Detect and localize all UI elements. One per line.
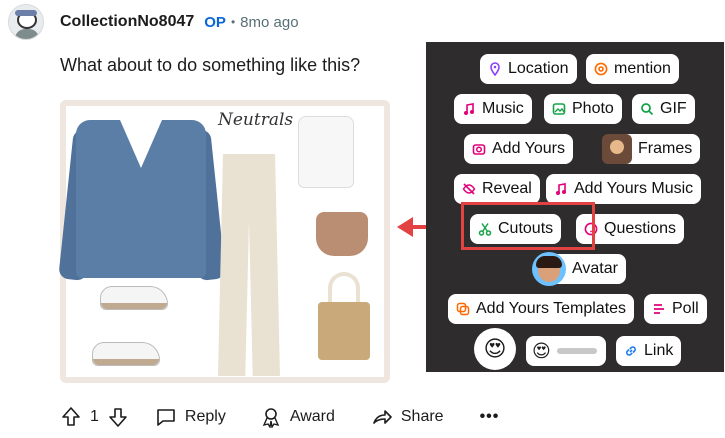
- comment-header: CollectionNo8047 OP • 8mo ago: [8, 4, 299, 40]
- avatar-icon: [532, 252, 566, 286]
- outfit-collage: Neutrals: [58, 106, 384, 377]
- upvote-arrow-icon: [62, 407, 80, 426]
- poll-icon: [652, 302, 666, 316]
- vote-count: 1: [90, 408, 99, 425]
- comment-text: What about to do something like this?: [60, 55, 361, 75]
- award-label: Award: [289, 408, 335, 425]
- sticker-reveal[interactable]: Reveal: [454, 174, 540, 204]
- more-options-button[interactable]: •••: [480, 408, 500, 426]
- sticker-add-yours[interactable]: Add Yours: [464, 134, 573, 164]
- music-note-icon: [462, 102, 476, 116]
- music-note-icon: [554, 182, 568, 196]
- award-icon: [262, 408, 280, 428]
- image-icon: [552, 102, 566, 116]
- upvote-button[interactable]: [60, 406, 82, 428]
- outfit-image[interactable]: Neutrals: [58, 100, 390, 383]
- downvote-button[interactable]: [107, 406, 129, 428]
- annotation-arrow-head: [397, 217, 413, 237]
- sticker-location[interactable]: Location: [480, 54, 577, 84]
- sticker-gif[interactable]: GIF: [632, 94, 695, 124]
- photo-thumbnail-icon: [602, 134, 632, 164]
- at-sign-icon: [594, 62, 608, 76]
- share-icon: [373, 410, 392, 424]
- sticker-label: Photo: [572, 100, 614, 117]
- author-name[interactable]: CollectionNo8047: [60, 13, 194, 31]
- eye-off-icon: [462, 182, 476, 196]
- template-icon: [456, 302, 470, 316]
- sticker-label: Add Yours Music: [574, 180, 694, 197]
- sticker-label: Music: [482, 100, 524, 117]
- sticker-poll[interactable]: Poll: [644, 294, 707, 324]
- sticker-add-yours-music[interactable]: Add Yours Music: [546, 174, 702, 204]
- sticker-label: Frames: [638, 140, 693, 157]
- comment-bubble-icon: [157, 409, 175, 426]
- sticker-label: Link: [644, 342, 674, 359]
- user-avatar[interactable]: [8, 4, 44, 40]
- sticker-photo[interactable]: Photo: [544, 94, 622, 124]
- share-button[interactable]: Share: [371, 406, 444, 428]
- downvote-arrow-icon: [109, 408, 127, 427]
- sticker-label: mention: [614, 60, 671, 77]
- sticker-label: Avatar: [572, 260, 618, 277]
- camera-icon: [472, 142, 486, 156]
- location-pin-icon: [488, 62, 502, 77]
- sneaker: [92, 342, 160, 366]
- linen-pants: [218, 154, 280, 376]
- sticker-avatar[interactable]: Avatar: [532, 252, 626, 286]
- sticker-frames[interactable]: Frames: [602, 134, 701, 164]
- reply-label: Reply: [184, 408, 226, 425]
- sticker-mention[interactable]: mention: [586, 54, 679, 84]
- share-label: Share: [400, 408, 444, 425]
- sticker-music[interactable]: Music: [454, 94, 532, 124]
- sticker-add-yours-templates[interactable]: Add Yours Templates: [448, 294, 635, 324]
- reply-button[interactable]: Reply: [155, 406, 226, 428]
- slider-emoji: 😍: [532, 340, 551, 361]
- sticker-label: Add Yours Templates: [476, 300, 627, 317]
- emoji-reaction-sticker[interactable]: 😍: [474, 328, 516, 370]
- link-icon: [624, 344, 638, 358]
- slider-track: [556, 348, 597, 354]
- search-icon: [640, 102, 654, 116]
- woven-bag: [318, 302, 370, 360]
- sticker-label: Poll: [672, 300, 699, 317]
- op-badge: OP: [204, 13, 226, 31]
- sticker-label: Add Yours: [492, 140, 565, 157]
- emoji-slider-sticker[interactable]: 😍: [526, 336, 606, 366]
- sticker-link[interactable]: Link: [616, 336, 682, 366]
- sticker-label: GIF: [660, 100, 687, 117]
- highlight-box: [461, 202, 595, 250]
- sticker-label: Questions: [604, 220, 677, 237]
- bralette: [316, 212, 368, 256]
- comment-age: 8mo ago: [240, 13, 299, 31]
- award-button[interactable]: Award: [260, 406, 335, 428]
- separator-dot: •: [230, 15, 236, 29]
- sticker-label: Reveal: [482, 180, 532, 197]
- sneaker: [100, 286, 168, 310]
- sticker-label: Location: [508, 60, 569, 77]
- collage-label: Neutrals: [218, 110, 294, 130]
- comment-actions: 1 Reply Award Share •••: [60, 402, 499, 432]
- white-tank-top: [298, 116, 354, 188]
